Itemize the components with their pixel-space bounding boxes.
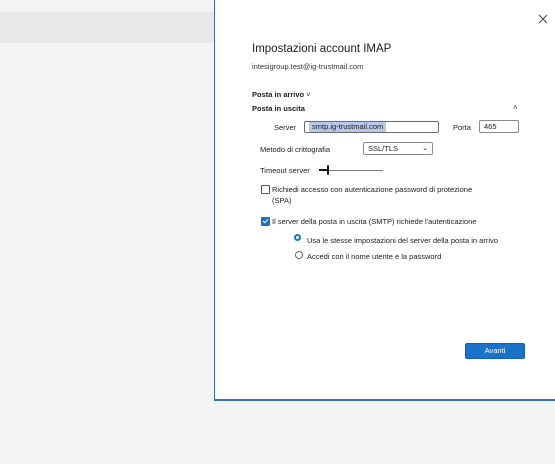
incoming-mail-label: Posta in arrivo [252,90,305,99]
imap-settings-dialog [214,0,555,401]
incoming-mail-section[interactable]: Posta in arrivo ˅ [252,90,311,99]
encryption-label: Metodo di crittografia [260,145,331,154]
chevron-up-icon[interactable]: ˄ [513,103,518,112]
next-button[interactable]: Avanti [465,343,525,359]
radio-login-credentials[interactable] [295,251,303,259]
background-toolbar [0,12,214,43]
chevron-down-icon: ˅ [306,90,311,99]
smtp-auth-checkbox[interactable] [261,217,270,226]
smtp-server-input[interactable]: smtp.ig-trustmail.com [304,121,439,133]
account-email: intesigroup.test@ig-trustmail.com [252,62,364,71]
outgoing-mail-section[interactable]: Posta in uscita [252,104,305,113]
outgoing-mail-label: Posta in uscita [252,104,305,113]
smtp-auth-label: Il server della posta in uscita (SMTP) r… [272,217,477,226]
encryption-value: SSL/TLS [368,144,399,153]
radio-same-settings[interactable] [294,234,301,241]
radio-login-credentials-label: Accedi con il nome utente e la password [307,252,442,261]
spa-label-line1: Richiedi accesso con autenticazione pass… [272,185,473,194]
radio-same-settings-label: Usa le stesse impostazioni del server de… [307,236,498,245]
spa-checkbox[interactable] [261,185,270,194]
spa-label-line2: (SPA) [272,196,292,205]
server-label: Server [274,123,297,132]
port-input[interactable]: 465 [479,120,519,133]
server-value: smtp.ig-trustmail.com [309,122,387,132]
chevron-down-icon: ⌄ [422,145,428,152]
dialog-title: Impostazioni account IMAP [252,43,392,55]
timeout-label: Timeout server [260,166,310,175]
close-icon[interactable] [538,14,548,24]
timeout-slider-thumb[interactable] [327,165,329,175]
port-label: Porta [453,123,471,132]
encryption-select[interactable]: SSL/TLS ⌄ [363,142,433,155]
